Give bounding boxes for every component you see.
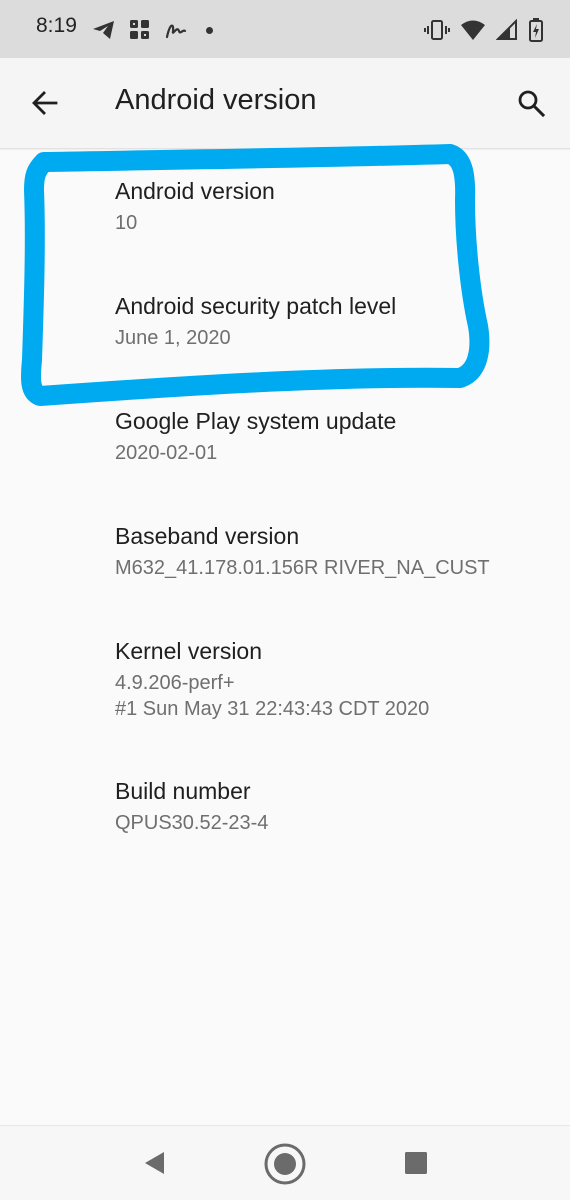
nav-back-triangle-icon <box>145 1152 164 1174</box>
telegram-icon <box>93 21 114 39</box>
item-value: M632_41.178.01.156R RIVER_NA_CUST <box>115 557 490 579</box>
list-item-baseband-version[interactable]: Baseband version M632_41.178.01.156R RIV… <box>0 493 570 608</box>
nav-recents-square-icon <box>405 1152 427 1174</box>
item-value: 2020-02-01 <box>115 442 218 464</box>
search-icon <box>518 90 546 118</box>
item-value-line-1: 4.9.206-perf+ <box>115 672 235 694</box>
status-bar: 8:19 <box>0 0 570 58</box>
app-bar: Android version <box>0 58 570 149</box>
item-value-line-2: #1 Sun May 31 22:43:43 CDT 2020 <box>115 698 430 720</box>
notification-dot-icon <box>206 26 213 34</box>
list-item-android-version[interactable]: Android version 10 <box>0 148 570 263</box>
status-icons-right <box>424 16 544 44</box>
list-item-security-patch-level[interactable]: Android security patch level June 1, 202… <box>0 263 570 378</box>
item-value: 10 <box>115 212 138 234</box>
arrow-back-icon <box>32 91 58 115</box>
item-title: Google Play system update <box>115 408 397 434</box>
cell-signal-icon <box>496 19 517 40</box>
search-button[interactable] <box>510 82 552 124</box>
item-title: Android security patch level <box>115 293 397 319</box>
screen: 8:19 Android version Android version 10 … <box>0 0 570 1200</box>
item-value: June 1, 2020 <box>115 327 231 349</box>
nav-home-button[interactable] <box>262 1141 308 1187</box>
nav-home-circle-icon <box>264 1143 306 1185</box>
item-value: QPUS30.52-23-4 <box>115 812 269 834</box>
navigation-bar <box>0 1125 570 1200</box>
nav-back-button[interactable] <box>137 1146 171 1180</box>
vibrate-icon <box>424 20 450 40</box>
battery-charging-icon <box>529 18 543 42</box>
list-item-kernel-version[interactable]: Kernel version 4.9.206-perf+ #1 Sun May … <box>0 608 570 748</box>
back-button[interactable] <box>24 82 66 124</box>
page-title: Android version <box>115 84 317 116</box>
item-title: Kernel version <box>115 638 263 664</box>
status-time: 8:19 <box>36 14 77 37</box>
item-title: Build number <box>115 778 251 804</box>
item-title: Android version <box>115 178 275 204</box>
item-title: Baseband version <box>115 523 300 549</box>
list-item-google-play-system-update[interactable]: Google Play system update 2020-02-01 <box>0 378 570 493</box>
grid-app-icon <box>130 20 149 39</box>
nav-recents-button[interactable] <box>399 1146 433 1180</box>
status-icons-left <box>92 16 213 44</box>
signature-app-icon <box>165 24 187 39</box>
wifi-icon <box>461 20 485 40</box>
list-item-build-number[interactable]: Build number QPUS30.52-23-4 <box>0 748 570 863</box>
